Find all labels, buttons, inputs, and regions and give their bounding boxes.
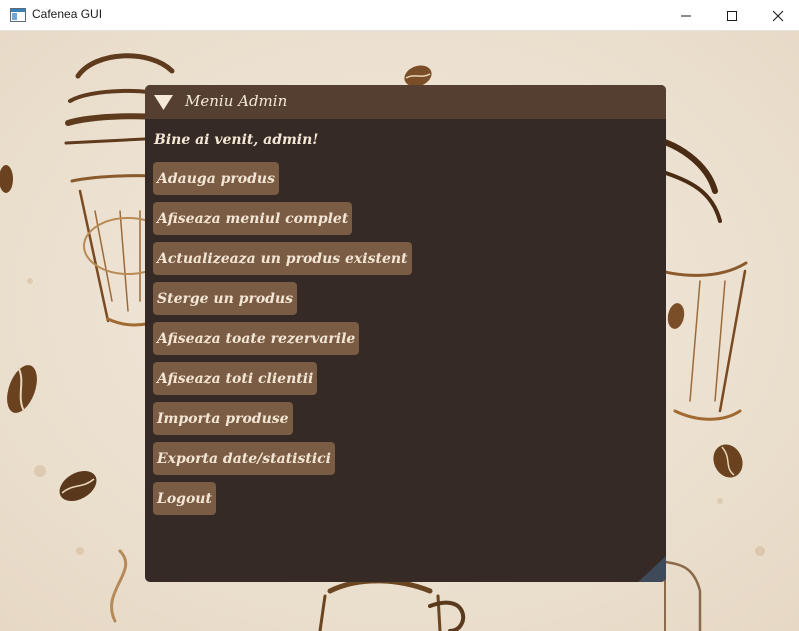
show-full-menu-button[interactable]: Afiseaza meniul complet	[153, 202, 353, 235]
update-product-button[interactable]: Actualizeaza un produs existent	[153, 242, 412, 275]
app-icon	[10, 8, 26, 22]
add-product-button[interactable]: Adauga produs	[153, 162, 279, 195]
window-title: Cafenea GUI	[32, 7, 103, 21]
minimize-icon	[681, 15, 691, 16]
maximize-button[interactable]	[709, 0, 755, 31]
close-icon	[772, 10, 784, 21]
export-statistics-button[interactable]: Exporta date/statistici	[153, 442, 335, 475]
panel-header[interactable]: Meniu Admin	[145, 85, 666, 119]
admin-menu-panel: Meniu Admin Bine ai venit, admin! Adauga…	[145, 85, 666, 582]
maximize-icon	[727, 10, 737, 21]
collapse-triangle-icon[interactable]	[154, 95, 173, 110]
show-reservations-button[interactable]: Afiseaza toate rezervarile	[153, 322, 360, 355]
window-titlebar[interactable]: Cafenea GUI	[0, 0, 799, 31]
minimize-button[interactable]	[663, 0, 709, 31]
welcome-message: Bine ai venit, admin!	[154, 132, 319, 148]
import-products-button[interactable]: Importa produse	[153, 402, 293, 435]
close-button[interactable]	[755, 0, 799, 31]
logout-button[interactable]: Logout	[153, 482, 216, 515]
show-clients-button[interactable]: Afiseaza toti clientii	[153, 362, 318, 395]
panel-title: Meniu Admin	[185, 92, 288, 110]
resize-grip-icon[interactable]	[638, 556, 666, 582]
delete-product-button[interactable]: Sterge un produs	[153, 282, 298, 315]
